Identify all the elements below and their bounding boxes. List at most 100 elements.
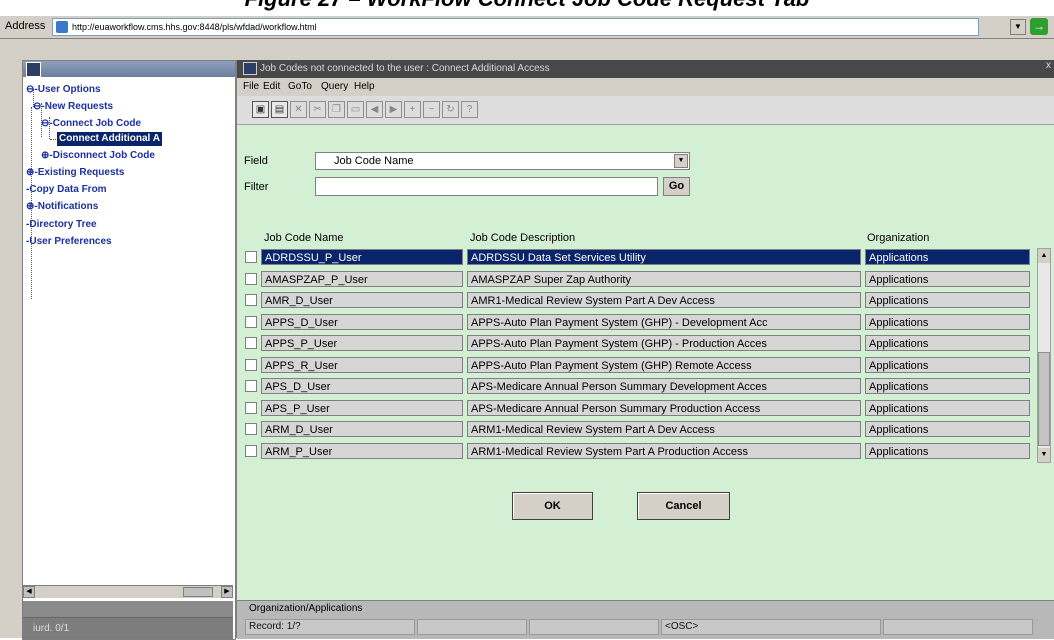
- table-row[interactable]: ARM_D_User ARM1-Medical Review System Par…: [245, 420, 1031, 438]
- tree-item-directory-tree[interactable]: -Directory Tree: [26, 218, 97, 232]
- row-checkbox[interactable]: [245, 251, 257, 263]
- row-checkbox[interactable]: [245, 401, 257, 414]
- menu-file[interactable]: File: [243, 81, 259, 92]
- cell-organization[interactable]: Applications: [865, 270, 1030, 287]
- refresh-icon[interactable]: ↻: [442, 101, 459, 118]
- cell-job-code-description[interactable]: AMASPZAP Super Zap Authority: [467, 270, 861, 287]
- tree-item-new-requests[interactable]: ⊖-New Requests: [33, 100, 113, 114]
- row-checkbox[interactable]: [245, 337, 257, 349]
- cut-icon[interactable]: ✂: [309, 101, 326, 118]
- cell-job-code-description[interactable]: APS-Medicare Annual Person Summary Devel…: [467, 378, 861, 394]
- scrollbar-thumb[interactable]: [1038, 352, 1050, 446]
- scroll-down-icon[interactable]: ▼: [1038, 448, 1050, 462]
- table-row[interactable]: AMR_D_User AMR1-Medical Review System Par…: [245, 291, 1031, 309]
- print-icon[interactable]: ▤: [271, 101, 288, 118]
- cell-job-code-name[interactable]: ARM_P_User: [261, 442, 463, 459]
- first-record-icon[interactable]: ◀: [366, 101, 383, 118]
- cell-organization[interactable]: Applications: [865, 399, 1030, 416]
- menu-goto[interactable]: GoTo: [288, 81, 312, 92]
- cell-job-code-name[interactable]: ARM_D_User: [261, 421, 463, 437]
- cell-organization[interactable]: Applications: [865, 335, 1030, 351]
- tree-item-disconnect-job-code[interactable]: ⊕-Disconnect Job Code: [41, 149, 155, 163]
- cell-job-code-name[interactable]: APS_P_User: [261, 399, 463, 416]
- menu-edit[interactable]: Edit: [263, 81, 280, 92]
- table-row[interactable]: ARM_P_User ARM1-Medical Review System Par…: [245, 442, 1031, 460]
- scroll-right-icon[interactable]: ▶: [221, 586, 233, 598]
- url-input[interactable]: http://euaworkflow.cms.hhs.gov:8448/pls/…: [52, 18, 979, 36]
- table-row[interactable]: APPS_D_User APPS-Auto Plan Payment System…: [245, 313, 1031, 331]
- save-icon[interactable]: ▣: [252, 101, 269, 118]
- insert-record-icon[interactable]: +: [404, 101, 421, 118]
- go-button[interactable]: Go: [663, 177, 690, 196]
- ok-button[interactable]: OK: [512, 492, 593, 520]
- paste-icon[interactable]: ▭: [347, 101, 364, 118]
- cell-organization[interactable]: Applications: [865, 313, 1030, 330]
- cell-organization[interactable]: Applications: [865, 442, 1030, 459]
- status-message: Organization/Applications: [249, 603, 363, 614]
- row-checkbox[interactable]: [245, 380, 257, 392]
- row-checkbox[interactable]: [245, 423, 257, 435]
- column-header-job-code-description: Job Code Description: [470, 232, 576, 244]
- cell-job-code-description[interactable]: ARM1-Medical Review System Part A Produc…: [467, 442, 861, 459]
- cell-organization[interactable]: Applications: [865, 421, 1030, 437]
- cell-job-code-description[interactable]: APPS-Auto Plan Payment System (GHP) - Pr…: [467, 335, 861, 351]
- field-select[interactable]: Job Code Name ▼: [315, 152, 690, 170]
- cell-job-code-description[interactable]: ADRDSSU Data Set Services Utility: [467, 249, 861, 265]
- next-record-icon[interactable]: ▶: [385, 101, 402, 118]
- cell-job-code-name[interactable]: AMR_D_User: [261, 292, 463, 308]
- go-arrow-icon[interactable]: →: [1030, 18, 1048, 35]
- chevron-down-icon[interactable]: ▼: [674, 154, 688, 168]
- close-icon[interactable]: x: [1046, 60, 1051, 71]
- cell-job-code-name[interactable]: APS_D_User: [261, 378, 463, 394]
- navigator-title-bar: [23, 61, 235, 77]
- scroll-up-icon[interactable]: ▲: [1038, 249, 1050, 263]
- cell-organization[interactable]: Applications: [865, 249, 1030, 265]
- row-checkbox[interactable]: [245, 315, 257, 328]
- table-vscrollbar[interactable]: ▲ ▼: [1037, 248, 1051, 463]
- copy-icon[interactable]: ❐: [328, 101, 345, 118]
- table-row[interactable]: APS_P_User APS-Medicare Annual Person Sum…: [245, 399, 1031, 417]
- cell-job-code-description[interactable]: APPS-Auto Plan Payment System (GHP) - De…: [467, 313, 861, 330]
- row-checkbox[interactable]: [245, 272, 257, 285]
- table-row[interactable]: APPS_R_User APPS-Auto Plan Payment System…: [245, 356, 1031, 374]
- cell-job-code-description[interactable]: APS-Medicare Annual Person Summary Produ…: [467, 399, 861, 416]
- row-checkbox[interactable]: [245, 444, 257, 457]
- cell-job-code-name[interactable]: APPS_P_User: [261, 335, 463, 351]
- page-icon: [56, 21, 68, 33]
- row-checkbox[interactable]: [245, 294, 257, 306]
- navigator-hscrollbar[interactable]: ◀ ▶: [23, 585, 233, 598]
- menu-query[interactable]: Query: [321, 81, 348, 92]
- exit-icon[interactable]: ✕: [290, 101, 307, 118]
- cell-job-code-description[interactable]: ARM1-Medical Review System Part A Dev Ac…: [467, 421, 861, 437]
- scrollbar-thumb[interactable]: [183, 587, 213, 597]
- menu-help[interactable]: Help: [354, 81, 375, 92]
- cell-job-code-name[interactable]: APPS_D_User: [261, 313, 463, 330]
- table-row[interactable]: ADRDSSU_P_User ADRDSSU Data Set Services …: [245, 248, 1031, 266]
- cell-job-code-name[interactable]: APPS_R_User: [261, 356, 463, 373]
- scroll-left-icon[interactable]: ◀: [23, 586, 35, 598]
- cancel-button[interactable]: Cancel: [637, 492, 730, 520]
- tree-item-notifications[interactable]: ⊕-Notifications: [26, 200, 98, 214]
- table-row[interactable]: AMASPZAP_P_User AMASPZAP Super Zap Author…: [245, 270, 1031, 288]
- cell-job-code-description[interactable]: APPS-Auto Plan Payment System (GHP) Remo…: [467, 356, 861, 373]
- cell-organization[interactable]: Applications: [865, 378, 1030, 394]
- filter-input[interactable]: [315, 177, 658, 196]
- cell-job-code-name[interactable]: ADRDSSU_P_User: [261, 249, 463, 265]
- tree-item-copy-data-from[interactable]: -Copy Data From: [26, 183, 107, 197]
- cell-organization[interactable]: Applications: [865, 356, 1030, 373]
- tree-item-connect-job-code[interactable]: ⊖-Connect Job Code: [41, 117, 141, 131]
- cell-job-code-name[interactable]: AMASPZAP_P_User: [261, 270, 463, 287]
- cell-organization[interactable]: Applications: [865, 292, 1030, 308]
- help-icon[interactable]: ?: [461, 101, 478, 118]
- tree-item-user-preferences[interactable]: -User Preferences: [26, 235, 112, 249]
- tree-item-existing-requests[interactable]: ⊕-Existing Requests: [26, 166, 124, 180]
- delete-record-icon[interactable]: −: [423, 101, 440, 118]
- cell-job-code-description[interactable]: AMR1-Medical Review System Part A Dev Ac…: [467, 292, 861, 308]
- navigator-status-text: iurd. 0/1: [33, 623, 70, 634]
- tree-item-connect-additional-access[interactable]: Connect Additional A: [57, 132, 162, 146]
- tree-item-user-options[interactable]: ⊖-User Options: [26, 83, 101, 97]
- chevron-down-icon[interactable]: ▼: [1010, 19, 1026, 35]
- row-checkbox[interactable]: [245, 358, 257, 371]
- table-row[interactable]: APS_D_User APS-Medicare Annual Person Sum…: [245, 377, 1031, 395]
- table-row[interactable]: APPS_P_User APPS-Auto Plan Payment System…: [245, 334, 1031, 352]
